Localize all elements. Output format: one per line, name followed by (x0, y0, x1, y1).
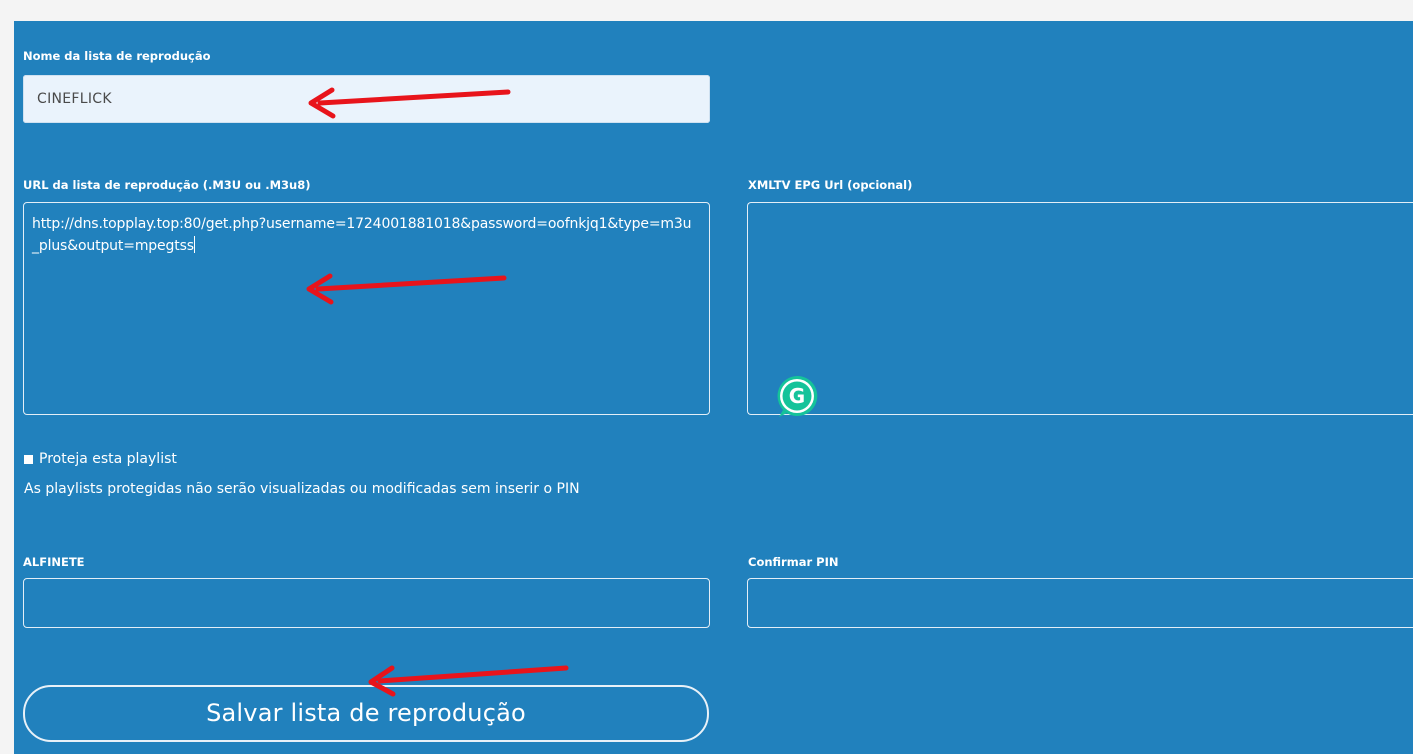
annotation-arrow-save (368, 665, 569, 697)
annotation-arrow-name (308, 87, 511, 119)
annotation-arrows-layer (306, 87, 569, 697)
annotation-arrow-url (306, 273, 507, 305)
